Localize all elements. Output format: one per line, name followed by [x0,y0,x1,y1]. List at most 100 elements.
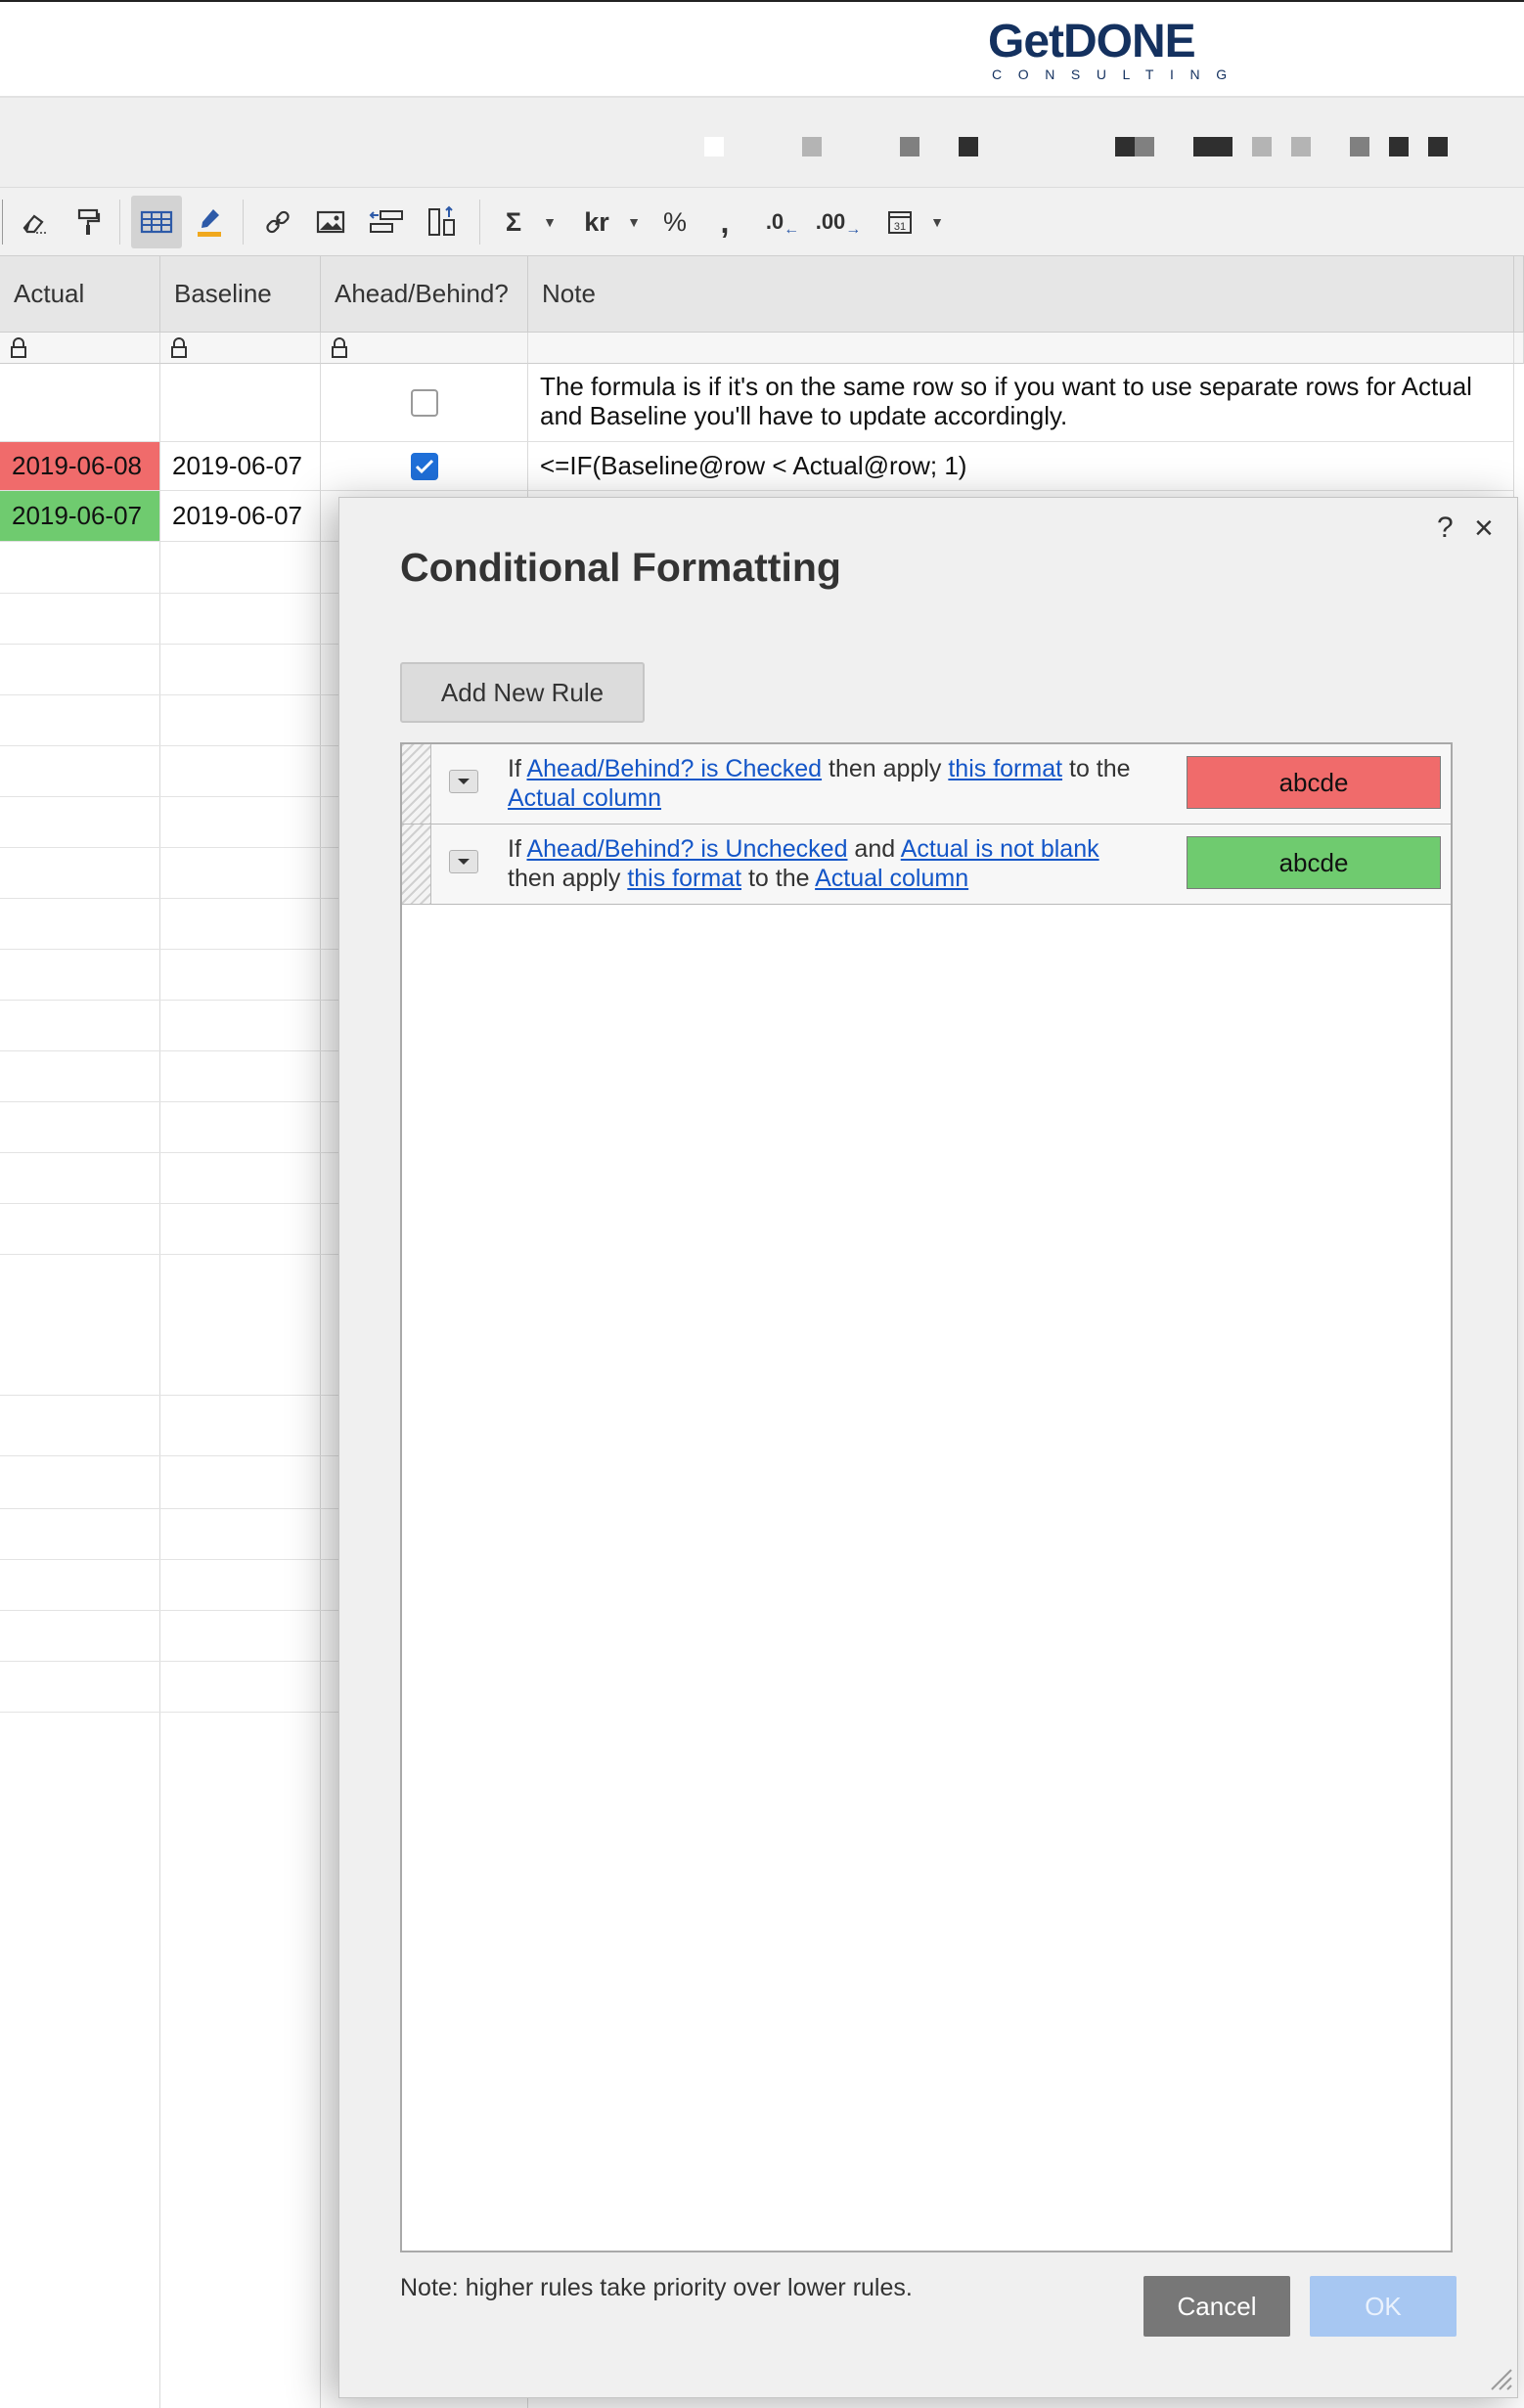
rule-menu-button[interactable] [449,850,478,873]
note-text: The formula is if it's on the same row s… [540,372,1472,430]
highlight-pen-icon[interactable] [188,188,231,256]
close-icon[interactable]: × [1474,510,1494,548]
masked-block [1428,137,1448,156]
chevron-down-icon[interactable]: ▼ [927,188,947,256]
rule-condition-link[interactable]: Ahead/Behind? is Checked [526,755,822,782]
cell-baseline[interactable]: 2019-06-07 [160,491,321,542]
cell-ahead-behind[interactable] [321,364,528,442]
drag-handle[interactable] [402,744,431,824]
indent-icon[interactable] [364,188,409,256]
grid-view-icon[interactable] [131,196,182,248]
rule-text: to the [741,865,816,892]
arrow-left-icon: ← [784,221,800,238]
rule-text: and [847,835,901,863]
decrease-decimal-label: .0 [765,209,784,234]
logo-prefix: Get [988,16,1064,67]
increase-decimal-icon[interactable]: .00 → [814,188,863,256]
column-header-actual[interactable]: Actual [0,256,160,333]
masked-block [1252,137,1272,156]
logo-wordmark: GetDONE [988,16,1196,67]
cell-baseline[interactable]: 2019-06-07 [160,442,321,491]
rule-text: then apply [822,755,949,782]
rule-format-link[interactable]: this format [948,755,1062,782]
cell-actual[interactable]: 2019-06-07 [0,491,160,542]
toolbar-separator [479,200,480,245]
format-painter-icon[interactable] [67,188,110,256]
rule-format-link[interactable]: this format [627,865,741,892]
rule-text: If [508,755,527,782]
lock-cell [321,333,528,364]
date-format-icon[interactable]: 31 [880,188,919,256]
column-header-baseline[interactable]: Baseline [160,256,321,333]
drag-handle[interactable] [402,825,431,904]
format-preview-swatch[interactable]: abcde [1187,756,1441,809]
increase-decimal-label: .00 [815,209,846,234]
grid-line [159,542,160,2408]
masked-block [1291,137,1311,156]
chevron-down-icon[interactable]: ▼ [540,188,560,256]
svg-text:31: 31 [894,221,906,233]
link-icon[interactable] [256,188,299,256]
column-header-extra [1514,256,1524,333]
masked-block [802,137,822,156]
lock-icon [332,337,347,358]
thousands-separator-icon[interactable]: , [710,188,740,256]
move-icon[interactable] [421,188,464,256]
cell-ahead-behind[interactable] [321,442,528,491]
check-icon [415,459,433,473]
toolbar-separator [2,200,3,245]
chevron-down-icon[interactable]: ▼ [624,188,644,256]
lock-cell [528,333,1514,364]
lock-icon [171,337,187,358]
currency-icon[interactable]: kr [577,188,616,256]
sum-icon[interactable]: Σ [497,188,530,256]
masked-block [1193,137,1233,156]
cell-actual[interactable] [0,364,160,442]
lock-cell [0,333,160,364]
logo-tagline: CONSULTING [992,67,1243,82]
column-header-ahead-behind[interactable]: Ahead/Behind? [321,256,528,333]
cell-actual[interactable]: 2019-06-08 [0,442,160,491]
cell-note[interactable]: <=IF(Baseline@row < Actual@row; 1) [528,442,1514,491]
rule-row[interactable]: If Ahead/Behind? is Unchecked and Actual… [402,825,1451,905]
rule-target-link[interactable]: Actual column [815,865,968,892]
add-new-rule-button[interactable]: Add New Rule [400,662,645,723]
ahead-behind-checkbox[interactable] [410,452,438,480]
chevron-down-icon [458,859,470,865]
rule-text: to the [1062,755,1131,782]
cell-note[interactable]: The formula is if it's on the same row s… [528,364,1514,442]
image-icon[interactable] [309,188,352,256]
resize-grip-icon[interactable] [1486,2364,1513,2391]
priority-note: Note: higher rules take priority over lo… [400,2274,913,2301]
eraser-icon[interactable] [14,188,57,256]
rule-menu-button[interactable] [449,770,478,793]
rule-row[interactable]: If Ahead/Behind? is Checked then apply t… [402,744,1451,825]
help-icon[interactable]: ? [1437,512,1454,545]
toolbar-separator [243,200,244,245]
logo-main: DONE [1063,16,1196,67]
rule-condition-link[interactable]: Ahead/Behind? is Unchecked [526,835,847,863]
cell-actual-value: 2019-06-08 [12,451,142,480]
rule-text: then apply [508,865,628,892]
ok-button[interactable]: OK [1310,2276,1457,2337]
rule-description: If Ahead/Behind? is Unchecked and Actual… [508,834,1153,893]
cell-baseline[interactable] [160,364,321,442]
toolbar-separator [119,200,120,245]
ahead-behind-checkbox[interactable] [410,388,438,417]
rules-list: If Ahead/Behind? is Checked then apply t… [400,742,1453,2252]
rule-target-link[interactable]: Actual column [508,784,661,812]
masked-block [1135,137,1154,156]
lock-cell [160,333,321,364]
rule-condition-link[interactable]: Actual is not blank [901,835,1099,863]
masked-block [704,137,724,156]
format-preview-swatch[interactable]: abcde [1187,836,1441,889]
percent-icon[interactable]: % [657,188,693,256]
cancel-button[interactable]: Cancel [1143,2276,1290,2337]
decrease-decimal-icon[interactable]: .0 ← [761,188,804,256]
conditional-formatting-dialog: ? × Conditional Formatting Add New Rule … [338,497,1518,2398]
logo-bar: GetDONE CONSULTING [0,0,1524,98]
rule-text: If [508,835,527,863]
masked-block [900,137,919,156]
column-header-note[interactable]: Note [528,256,1514,333]
masked-block [1389,137,1409,156]
